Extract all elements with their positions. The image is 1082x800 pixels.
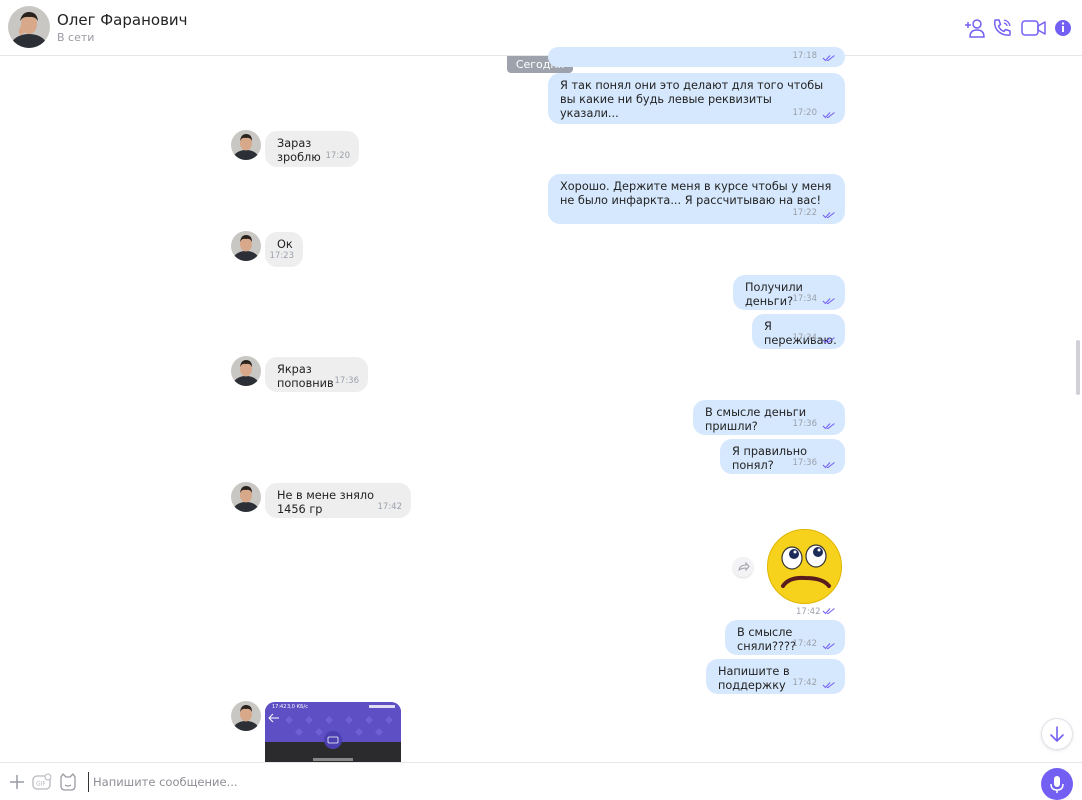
scrollbar[interactable] <box>1074 57 1082 762</box>
message-text: Хорошо. Держите меня в курсе чтобы у мен… <box>560 180 832 207</box>
arrow-down-icon <box>1050 726 1064 742</box>
read-ticks-icon <box>822 337 835 344</box>
svg-text:GIF: GIF <box>36 781 46 788</box>
message-time: 17:22 <box>792 208 818 218</box>
read-ticks-icon <box>822 643 835 650</box>
sender-avatar[interactable] <box>231 701 261 731</box>
message-time: 17:20 <box>792 108 818 118</box>
message-bubble-incoming[interactable]: Ок 17:23 <box>265 232 303 267</box>
message-bubble-outgoing[interactable]: В смысле сняли???? 17:42 <box>725 620 845 655</box>
contact-status: В сети <box>57 31 95 44</box>
confused-face-sticker[interactable] <box>765 528 844 605</box>
message-bubble-outgoing[interactable]: Я так понял они это делают для того чтоб… <box>548 73 845 124</box>
read-ticks-icon <box>822 55 835 62</box>
scroll-to-bottom-button[interactable] <box>1041 718 1073 750</box>
message-text: Получили деньги? <box>745 281 803 308</box>
message-input[interactable] <box>88 772 988 792</box>
gif-icon[interactable]: GIF <box>31 772 53 792</box>
message-bubble-incoming[interactable]: Не в мене зняло 1456 гр 17:42 <box>265 483 411 518</box>
message-time: 17:23 <box>269 251 295 261</box>
message-bubble-outgoing[interactable]: Я переживаю. 17:34 <box>752 314 845 349</box>
message-time: 17:42 <box>796 607 821 617</box>
message-time: 17:42 <box>792 639 818 649</box>
sender-avatar[interactable] <box>231 482 261 512</box>
read-ticks-icon <box>822 112 835 119</box>
message-text: Я правильно понял? <box>732 445 808 472</box>
message-time: 17:36 <box>792 458 818 468</box>
video-icon[interactable] <box>1020 16 1048 40</box>
message-bubble-outgoing[interactable]: Напишите в поддержку 17:42 <box>706 659 845 694</box>
sender-avatar[interactable] <box>231 231 261 261</box>
message-bubble-outgoing[interactable]: В смысле деньги пришли? 17:36 <box>693 400 845 435</box>
sticker-icon[interactable] <box>58 772 78 792</box>
voice-message-button[interactable] <box>1041 768 1073 800</box>
message-time: 17:20 <box>325 151 351 161</box>
message-time: 17:42 <box>377 502 403 512</box>
plus-icon[interactable] <box>7 772 27 792</box>
scrollbar-thumb[interactable] <box>1076 340 1080 395</box>
sender-avatar[interactable] <box>231 130 261 160</box>
read-ticks-icon <box>822 608 835 615</box>
read-ticks-icon <box>822 212 835 219</box>
image-status-speed: 3,0 КБ/с <box>287 704 308 710</box>
message-bubble-outgoing[interactable]: 17:18 <box>548 47 845 67</box>
message-composer: GIF <box>0 762 1082 800</box>
chat-window: Олег Фаранович В сети Сегодня 17:18 Я та… <box>0 0 1082 800</box>
message-time: 17:36 <box>792 419 818 429</box>
forward-icon <box>738 561 750 572</box>
message-time: 17:36 <box>334 376 360 386</box>
read-ticks-icon <box>822 462 835 469</box>
message-time: 17:42 <box>792 678 818 688</box>
info-icon[interactable] <box>1053 16 1073 40</box>
image-message[interactable]: 17:42 3,0 КБ/с <box>265 702 401 762</box>
contact-avatar[interactable] <box>8 6 50 48</box>
message-time: 17:34 <box>792 294 818 304</box>
phone-icon[interactable] <box>990 16 1014 40</box>
sender-avatar[interactable] <box>231 356 261 386</box>
message-bubble-outgoing[interactable]: Я правильно понял? 17:36 <box>720 439 845 474</box>
read-ticks-icon <box>822 682 835 689</box>
message-time: 17:34 <box>792 333 818 343</box>
message-time: 17:18 <box>792 51 818 61</box>
message-bubble-incoming[interactable]: Якраз поповнив 17:36 <box>265 357 368 392</box>
add-participant-icon[interactable] <box>963 16 987 40</box>
read-ticks-icon <box>822 423 835 430</box>
message-bubble-outgoing[interactable]: Хорошо. Держите меня в курсе чтобы у мен… <box>548 174 845 224</box>
message-bubble-outgoing[interactable]: Получили деньги? 17:34 <box>733 275 845 310</box>
message-text: В смысле сняли???? <box>737 626 796 653</box>
read-ticks-icon <box>822 298 835 305</box>
message-bubble-incoming[interactable]: Зараз зроблю 17:20 <box>265 131 359 167</box>
message-text: Я так понял они это делают для того чтоб… <box>560 79 824 120</box>
contact-name: Олег Фаранович <box>57 11 188 29</box>
chat-header: Олег Фаранович В сети <box>0 0 1082 56</box>
image-status-time: 17:42 <box>272 704 287 710</box>
forward-button[interactable] <box>733 557 753 577</box>
microphone-icon <box>1050 776 1064 793</box>
